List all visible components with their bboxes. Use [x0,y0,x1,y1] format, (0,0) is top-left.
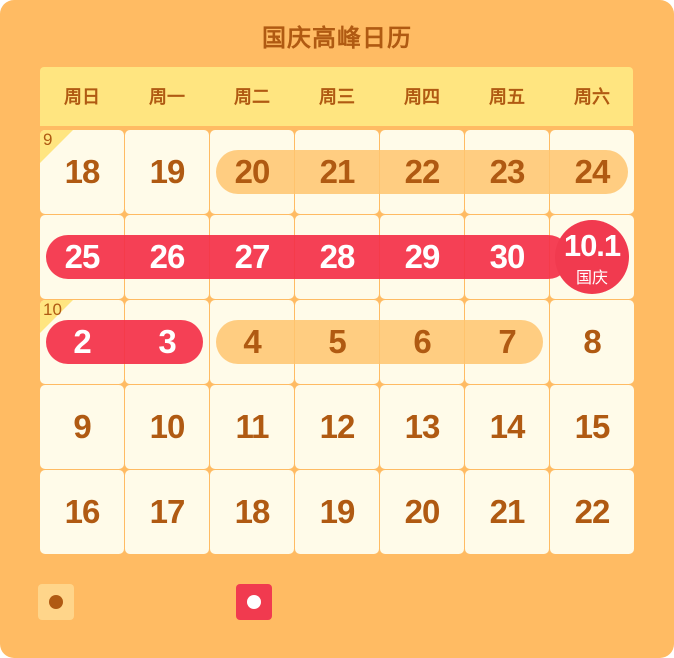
day-number: 3 [158,323,176,360]
day-cell[interactable]: 20 [380,470,464,554]
day-number: 18 [234,493,271,530]
day-cell[interactable]: 22 [380,130,464,214]
day-cell[interactable]: 19 [125,130,209,214]
day-cell[interactable]: 19 [295,470,379,554]
day-number: 27 [234,238,271,275]
day-cell[interactable]: 10 [125,385,209,469]
day-cell[interactable]: 21 [295,130,379,214]
peak-dot-icon [49,595,63,609]
calendar-grid: 周日 周一 周二 周三 周四 周五 周六 18 9 19 20 21 22 23 24 25 26 27 28 29… [40,67,634,554]
day-cell[interactable]: 8 [550,300,634,384]
day-number: 24 [574,153,611,190]
day-number: 12 [319,408,356,445]
day-cell[interactable]: 17 [125,470,209,554]
holiday-dot-icon [247,595,261,609]
day-number: 20 [404,493,441,530]
day-cell[interactable]: 18 [210,470,294,554]
day-cell[interactable]: 26 [125,215,209,299]
national-day-marker[interactable]: 10.1 国庆 [555,220,629,294]
day-number: 16 [64,493,101,530]
day-number: 19 [319,493,356,530]
weekday-label: 周六 [574,87,610,108]
legend-peak [38,584,74,620]
day-number: 21 [319,153,356,190]
weekday-header: 周日 周一 周二 周三 周四 周五 周六 [40,67,633,126]
day-cell[interactable]: 20 [210,130,294,214]
day-cell[interactable]: 24 [550,130,634,214]
weekday-label: 周四 [404,87,440,108]
day-number: 7 [498,323,516,360]
day-number: 19 [149,153,186,190]
day-number: 25 [64,238,101,275]
day-number: 5 [328,323,346,360]
day-number: 4 [243,323,261,360]
day-cell[interactable]: 29 [380,215,464,299]
day-cell[interactable]: 15 [550,385,634,469]
day-cell[interactable]: 6 [380,300,464,384]
day-cell[interactable]: 27 [210,215,294,299]
day-number: 15 [574,408,611,445]
day-cell[interactable]: 23 [465,130,549,214]
calendar-card: 国庆高峰日历 周日 周一 周二 周三 周四 周五 周六 18 9 19 20 21 22 23 24 25 2… [0,0,674,658]
day-cell[interactable]: 28 [295,215,379,299]
day-number: 30 [489,238,526,275]
day-number: 14 [489,408,526,445]
day-number: 9 [73,408,91,445]
day-cell[interactable]: 12 [295,385,379,469]
day-number: 17 [149,493,186,530]
day-cell[interactable]: 16 [40,470,124,554]
day-number: 26 [149,238,186,275]
day-cell[interactable]: 22 [550,470,634,554]
day-number: 21 [489,493,526,530]
day-cell[interactable]: 11 [210,385,294,469]
day-number: 23 [489,153,526,190]
day-cell[interactable]: 18 9 [40,130,124,214]
weekday-label: 周二 [234,87,270,108]
day-cell[interactable]: 21 [465,470,549,554]
day-cell[interactable]: 30 [465,215,549,299]
day-number: 2 [73,323,91,360]
day-cell[interactable]: 7 [465,300,549,384]
day-number: 8 [583,323,601,360]
day-number: 11 [235,408,270,445]
weekday-label: 周三 [319,87,355,108]
day-cell[interactable]: 14 [465,385,549,469]
day-number: 29 [404,238,441,275]
day-cell[interactable]: 2 10 [40,300,124,384]
day-number: 22 [404,153,441,190]
weekday-label: 周日 [64,87,100,108]
page-title: 国庆高峰日历 [262,24,412,52]
day-number: 6 [413,323,431,360]
day-number: 20 [234,153,271,190]
national-day-label: 国庆 [575,268,608,287]
day-number: 28 [319,238,356,275]
day-number: 10 [149,408,186,445]
day-cell[interactable]: 5 [295,300,379,384]
day-cell[interactable]: 9 [40,385,124,469]
day-number: 13 [404,408,441,445]
weekday-label: 周五 [489,87,525,108]
day-cell[interactable]: 25 [40,215,124,299]
legend-holiday [236,584,272,620]
day-cell[interactable]: 3 [125,300,209,384]
day-number: 18 [64,153,101,190]
weekday-label: 周一 [149,87,185,108]
day-cell[interactable]: 4 [210,300,294,384]
national-day-date: 10.1 [563,228,621,263]
day-number: 22 [574,493,611,530]
day-cell[interactable]: 13 [380,385,464,469]
